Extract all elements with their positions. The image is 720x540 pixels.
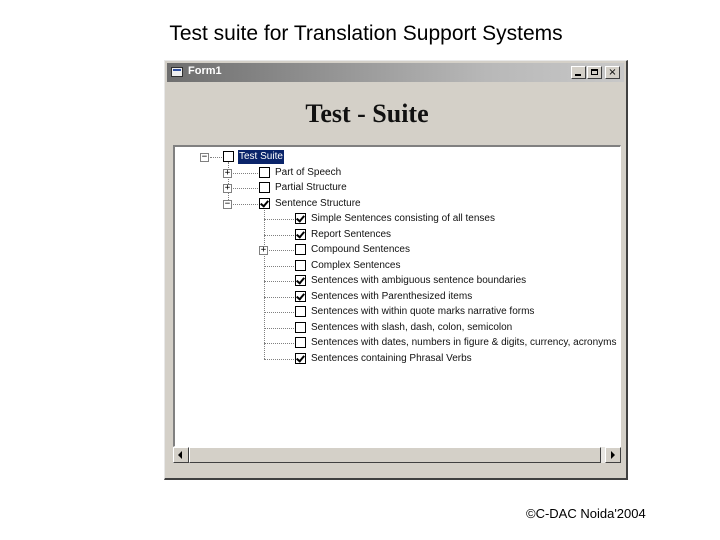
- tree-connector: [210, 157, 222, 158]
- tree-node-label: Report Sentences: [311, 228, 392, 240]
- tree-connector: [264, 234, 294, 236]
- tree-level1-2-checkbox[interactable]: [259, 197, 270, 209]
- sentence-item-3-checkbox[interactable]: [295, 259, 306, 271]
- tree-connector: [264, 209, 265, 359]
- sentence-item-8-checkbox[interactable]: [295, 337, 306, 348]
- tree-level1-2-expand-toggle[interactable]: −: [223, 199, 232, 209]
- sentence-item-7-checkbox[interactable]: [295, 321, 306, 333]
- tree-connector: [264, 281, 294, 282]
- tree-connector: [264, 265, 294, 267]
- root-checkbox[interactable]: [223, 151, 234, 162]
- tree-connector: [264, 312, 294, 313]
- form-window: Form1 × Test - Suite − Test Suite + Part …: [164, 60, 628, 480]
- tree-connector: [264, 327, 294, 329]
- test-suite-tree[interactable]: − Test Suite + Part of Speech + Partial Str…: [173, 145, 621, 447]
- sentence-item-1-checkbox[interactable]: [295, 228, 306, 240]
- sentence-item-9-checkbox[interactable]: [295, 352, 306, 364]
- tree-node-label: Sentence Structure: [275, 197, 361, 209]
- root-collapse-toggle[interactable]: −: [200, 153, 209, 162]
- tree-node-label: Sentences with within quote marks narrat…: [311, 306, 535, 317]
- tree-node-label: Sentences containing Phrasal Verbs: [311, 352, 472, 364]
- sentence-item-6-checkbox[interactable]: [295, 306, 306, 317]
- sentence-item-2-checkbox[interactable]: [295, 244, 306, 255]
- tree-node-label: Sentences with Parenthesized items: [311, 290, 473, 302]
- form-app-icon[interactable]: [171, 67, 183, 77]
- tree-node-label: Complex Sentences: [311, 259, 401, 271]
- sentence-item-5-checkbox[interactable]: [295, 290, 306, 302]
- tree-level1-0-expand-toggle[interactable]: +: [223, 168, 232, 178]
- close-button[interactable]: ×: [605, 66, 620, 79]
- tree-node-label: Part of Speech: [275, 166, 342, 178]
- tree-node-label: Sentences with dates, numbers in figure …: [311, 337, 617, 348]
- tree-node-label: Test Suite: [238, 150, 284, 164]
- sentence-item-0-checkbox[interactable]: [295, 213, 306, 224]
- horizontal-scrollbar[interactable]: [173, 447, 621, 463]
- tree-level1-1-checkbox[interactable]: [259, 182, 270, 193]
- sentence-item-2-expand-toggle[interactable]: +: [259, 246, 268, 255]
- tree-node-label: Sentences with ambiguous sentence bounda…: [311, 275, 527, 286]
- scroll-right-arrow-icon[interactable]: [605, 447, 621, 463]
- tree-node-label: Partial Structure: [275, 182, 347, 193]
- tree-node-label: Simple Sentences consisting of all tense…: [311, 213, 495, 224]
- suite-heading: Test - Suite: [305, 99, 429, 128]
- tree-level1-0-checkbox[interactable]: [259, 166, 270, 178]
- tree-connector: [228, 203, 258, 205]
- copyright-footer: ©C-DAC Noida'2004: [526, 506, 646, 521]
- tree-node-label: Compound Sentences: [311, 244, 410, 255]
- slide-title: Test suite for Translation Support Syste…: [169, 22, 563, 45]
- tree-connector: [264, 343, 294, 344]
- scroll-thumb[interactable]: [189, 447, 601, 463]
- window-title: Form1: [188, 65, 222, 77]
- window-titlebar[interactable]: Form1 ×: [167, 63, 624, 82]
- tree-connector: [264, 296, 294, 298]
- tree-node-label: Sentences with slash, dash, colon, semic…: [311, 321, 513, 333]
- minimize-button[interactable]: [571, 66, 586, 79]
- sentence-item-4-checkbox[interactable]: [295, 275, 306, 286]
- maximize-button[interactable]: [587, 66, 602, 79]
- tree-connector: [264, 358, 294, 360]
- tree-level1-1-expand-toggle[interactable]: +: [223, 184, 232, 193]
- tree-connector: [228, 172, 258, 174]
- scroll-left-arrow-icon[interactable]: [173, 447, 189, 463]
- tree-connector: [264, 219, 294, 220]
- tree-connector: [228, 188, 258, 189]
- tree-connector: [264, 250, 294, 251]
